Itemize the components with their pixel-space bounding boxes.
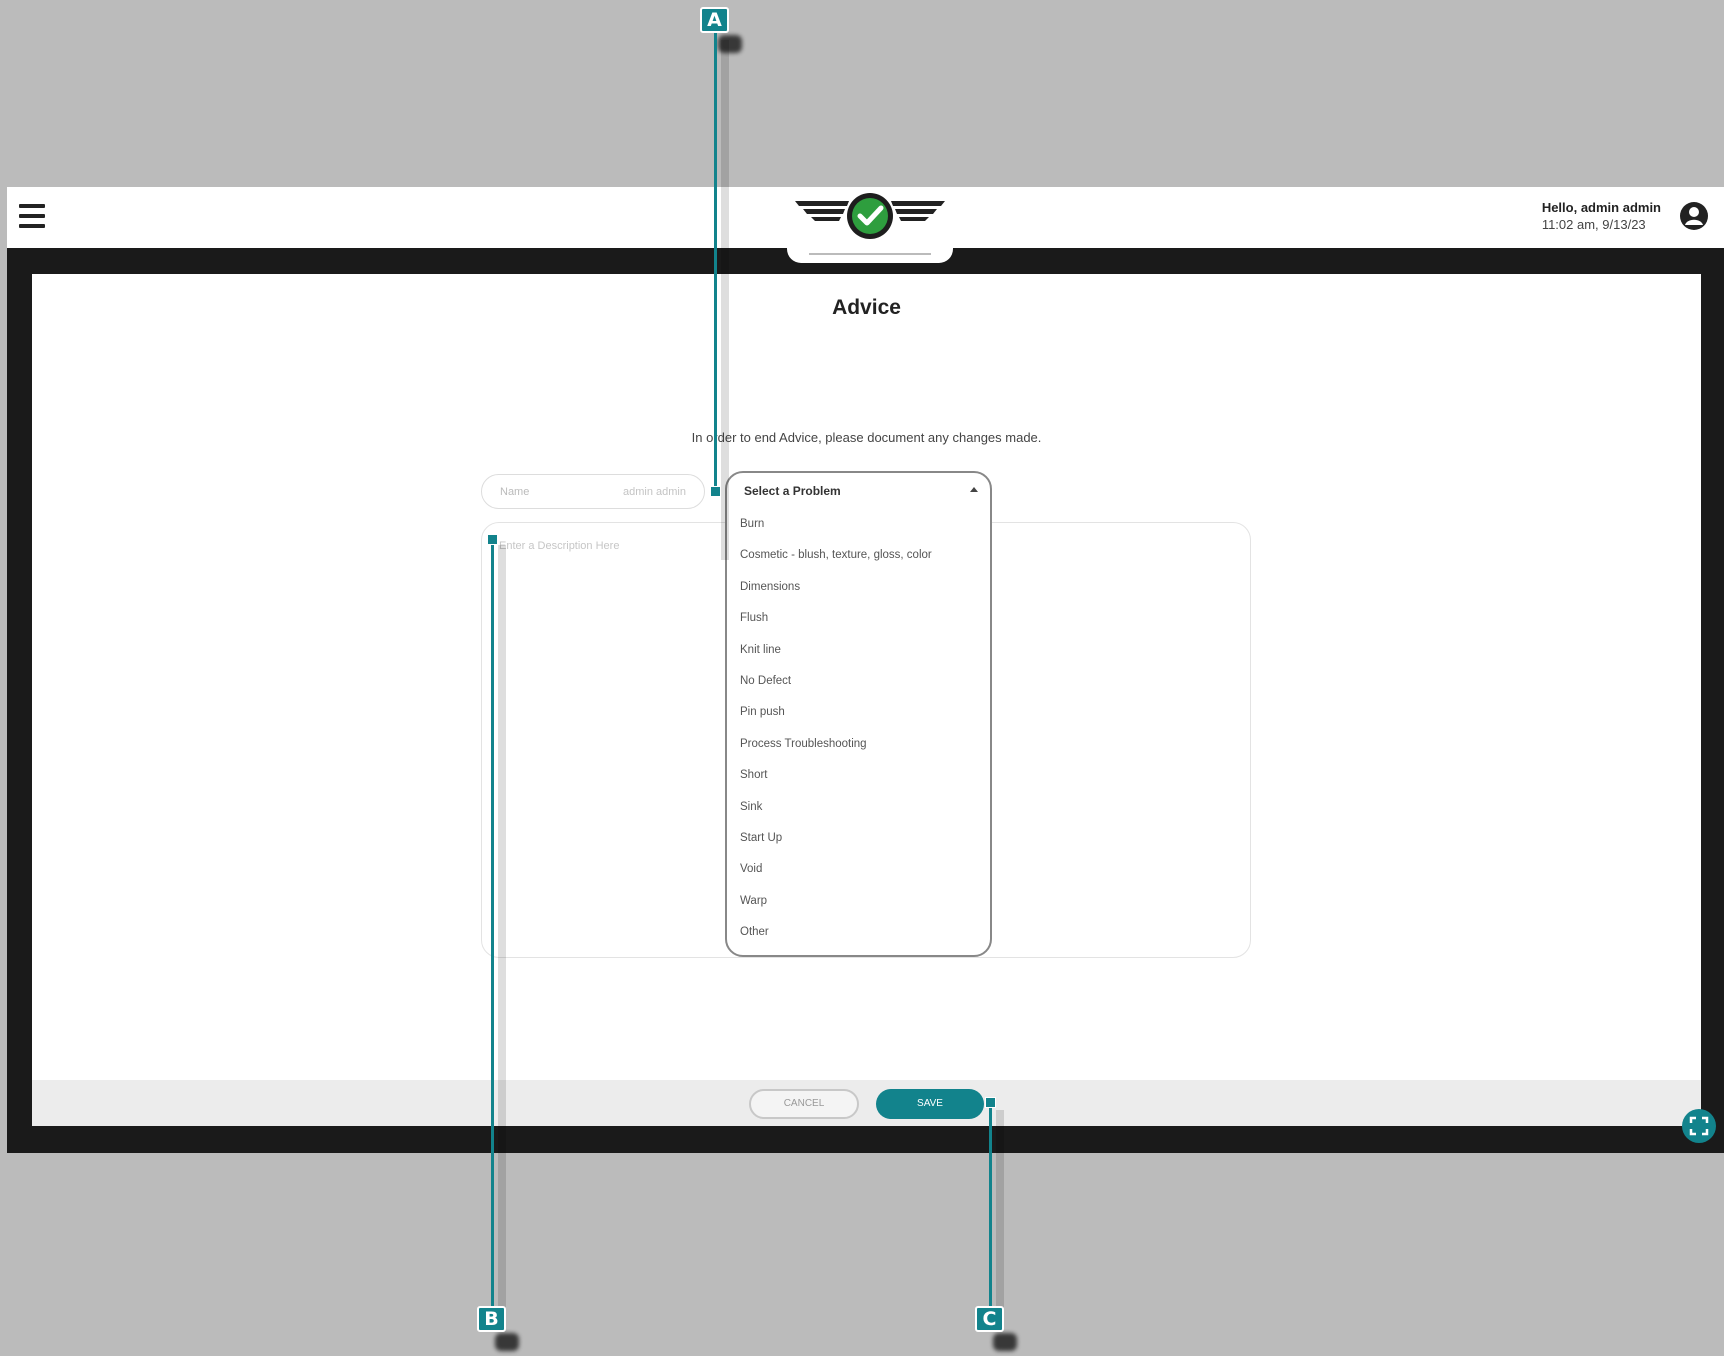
current-datetime: 11:02 am, 9/13/23 xyxy=(1541,217,1646,232)
page-title: Advice xyxy=(832,296,901,319)
callout-c-shadow xyxy=(993,1333,1017,1351)
callout-b-badge: B xyxy=(477,1306,506,1332)
user-account-icon[interactable] xyxy=(1679,201,1709,231)
action-bar: CANCEL SAVE xyxy=(32,1080,1701,1126)
fullscreen-button[interactable] xyxy=(1682,1109,1716,1143)
app-window: Hello, admin admin 11:02 am, 9/13/23 Adv… xyxy=(7,187,1724,1153)
callout-b-line xyxy=(491,540,494,1316)
instructions-text: In order to end Advice, please document … xyxy=(691,430,1042,445)
greeting-text: Hello, admin admin xyxy=(1541,200,1661,215)
problem-option-sink[interactable]: Sink xyxy=(727,792,990,823)
name-field-label: Name xyxy=(500,486,530,498)
problem-option-short[interactable]: Short xyxy=(727,760,990,791)
callout-a-line-shadow xyxy=(721,40,729,560)
problem-option-void[interactable]: Void xyxy=(727,854,990,885)
callout-b-line-shadow xyxy=(498,545,506,1330)
callout-a-line xyxy=(714,33,717,490)
callout-c-line xyxy=(989,1103,992,1316)
callout-a-marker xyxy=(710,486,721,497)
callout-a-badge: A xyxy=(700,7,729,33)
problem-option-flush[interactable]: Flush xyxy=(727,603,990,634)
callout-b-marker xyxy=(487,534,498,545)
logo-underline xyxy=(809,253,931,255)
problem-option-process-troubleshooting[interactable]: Process Troubleshooting xyxy=(727,729,990,760)
problem-option-other[interactable]: Other xyxy=(727,917,990,948)
advice-panel: Advice In order to end Advice, please do… xyxy=(32,274,1701,1126)
menu-icon[interactable] xyxy=(19,204,45,228)
save-button[interactable]: SAVE xyxy=(876,1089,984,1119)
winged-check-logo-icon xyxy=(795,193,945,239)
name-field-value: admin admin xyxy=(623,486,686,498)
problem-option-knit-line[interactable]: Knit line xyxy=(727,635,990,666)
cancel-button[interactable]: CANCEL xyxy=(749,1089,859,1119)
problem-dropdown-placeholder: Select a Problem xyxy=(744,484,841,498)
callout-c-marker xyxy=(985,1097,996,1108)
problem-option-pin-push[interactable]: Pin push xyxy=(727,697,990,728)
app-logo xyxy=(787,187,953,263)
problem-option-dimensions[interactable]: Dimensions xyxy=(727,572,990,603)
problem-options-list: Burn Cosmetic - blush, texture, gloss, c… xyxy=(727,509,990,948)
expand-icon xyxy=(1689,1116,1709,1136)
problem-dropdown[interactable]: Select a Problem Burn Cosmetic - blush, … xyxy=(725,471,992,957)
problem-dropdown-header[interactable]: Select a Problem xyxy=(727,473,990,507)
top-bar: Hello, admin admin 11:02 am, 9/13/23 xyxy=(7,187,1724,263)
document-page: Hello, admin admin 11:02 am, 9/13/23 Adv… xyxy=(0,0,1724,1356)
callout-c-badge: C xyxy=(975,1306,1004,1332)
user-greeting: Hello, admin admin 11:02 am, 9/13/23 xyxy=(1542,199,1661,233)
problem-option-burn[interactable]: Burn xyxy=(727,509,990,540)
name-field[interactable]: Name admin admin xyxy=(481,474,705,509)
callout-b-shadow xyxy=(495,1333,519,1351)
callout-c-line-shadow xyxy=(996,1110,1004,1330)
chevron-up-icon xyxy=(970,487,978,492)
problem-option-start-up[interactable]: Start Up xyxy=(727,823,990,854)
problem-option-warp[interactable]: Warp xyxy=(727,886,990,917)
problem-option-cosmetic[interactable]: Cosmetic - blush, texture, gloss, color xyxy=(727,540,990,571)
problem-option-no-defect[interactable]: No Defect xyxy=(727,666,990,697)
